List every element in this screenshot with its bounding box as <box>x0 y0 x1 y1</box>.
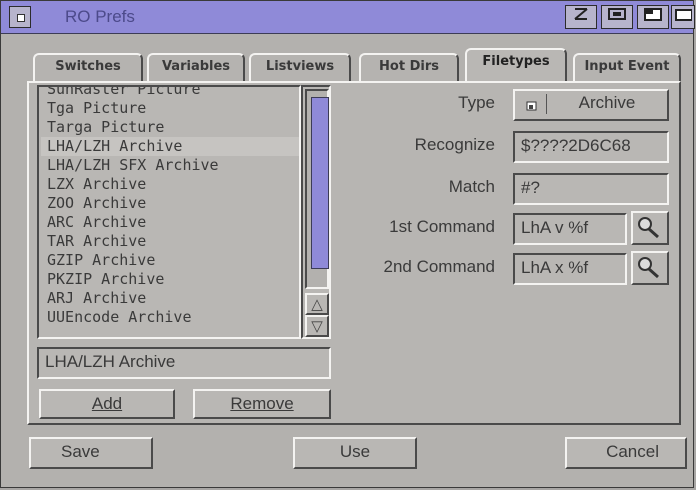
list-item[interactable]: LZX Archive <box>41 175 299 194</box>
first-command-field[interactable]: LhA v %f <box>513 213 627 245</box>
iconify-gadget-icon[interactable] <box>637 5 669 29</box>
filetype-list-scrollbar[interactable]: △ ▽ <box>301 85 331 339</box>
magnifier-icon <box>638 257 659 279</box>
back-gadget-icon[interactable] <box>671 5 695 29</box>
list-item[interactable]: Tga Picture <box>41 99 299 118</box>
window-title: RO Prefs <box>65 7 135 26</box>
zoom-gadget-icon[interactable] <box>601 5 633 29</box>
list-item[interactable]: UUEncode Archive <box>41 308 299 327</box>
recognize-field[interactable]: $????2D6C68 <box>513 131 669 163</box>
close-gadget-icon[interactable] <box>9 6 31 28</box>
remove-label: Remove <box>230 394 294 413</box>
first-command-browse-button[interactable] <box>631 211 669 245</box>
type-value: Archive <box>578 93 636 112</box>
cycle-icon <box>525 99 537 111</box>
list-item[interactable]: GZIP Archive <box>41 251 299 270</box>
list-item[interactable]: SunRaster Picture <box>41 87 299 99</box>
filetype-list[interactable]: SunRaster Picture Tga Picture Targa Pictur… <box>37 85 301 339</box>
add-button[interactable]: Add <box>39 389 175 419</box>
second-command-field[interactable]: LhA x %f <box>513 253 627 285</box>
arrow-down-icon[interactable]: ▽ <box>305 315 329 337</box>
ro-prefs-window: RO Prefs Switches Variables Listviews Ho… <box>0 0 695 488</box>
tab-hot-dirs[interactable]: Hot Dirs <box>359 53 459 81</box>
second-command-browse-button[interactable] <box>631 251 669 285</box>
type-cycle-button[interactable]: Archive <box>513 89 669 121</box>
list-item[interactable]: Targa Picture <box>41 118 299 137</box>
save-button[interactable]: Save <box>29 437 153 469</box>
remove-button[interactable]: Remove <box>193 389 331 419</box>
tab-variables[interactable]: Variables <box>147 53 245 81</box>
depth-gadget-icon[interactable] <box>565 5 597 29</box>
tab-listviews[interactable]: Listviews <box>249 53 351 81</box>
match-label: Match <box>448 177 495 196</box>
scroll-track[interactable] <box>305 89 329 289</box>
scroll-knob[interactable] <box>311 97 329 269</box>
type-label: Type <box>458 93 495 112</box>
use-button[interactable]: Use <box>293 437 417 469</box>
list-item[interactable]: LHA/LZH SFX Archive <box>41 156 299 175</box>
tab-filetypes[interactable]: Filetypes <box>465 48 567 82</box>
second-command-label: 2nd Command <box>383 257 495 276</box>
filetype-name-field[interactable]: LHA/LZH Archive <box>37 347 331 379</box>
arrow-up-icon[interactable]: △ <box>305 293 329 315</box>
tab-switches[interactable]: Switches <box>33 53 143 81</box>
list-item[interactable]: LHA/LZH Archive <box>41 137 299 156</box>
match-field[interactable]: #? <box>513 173 669 205</box>
list-item[interactable]: ZOO Archive <box>41 194 299 213</box>
list-item[interactable]: TAR Archive <box>41 232 299 251</box>
tab-input-event[interactable]: Input Event <box>573 53 681 81</box>
list-item[interactable]: ARC Archive <box>41 213 299 232</box>
list-item[interactable]: ARJ Archive <box>41 289 299 308</box>
magnifier-icon <box>638 217 659 239</box>
add-label: Add <box>91 394 123 413</box>
recognize-label: Recognize <box>414 135 495 154</box>
title-bar[interactable]: RO Prefs <box>1 1 695 34</box>
cancel-button[interactable]: Cancel <box>565 437 687 469</box>
first-command-label: 1st Command <box>389 217 495 236</box>
list-item[interactable]: PKZIP Archive <box>41 270 299 289</box>
